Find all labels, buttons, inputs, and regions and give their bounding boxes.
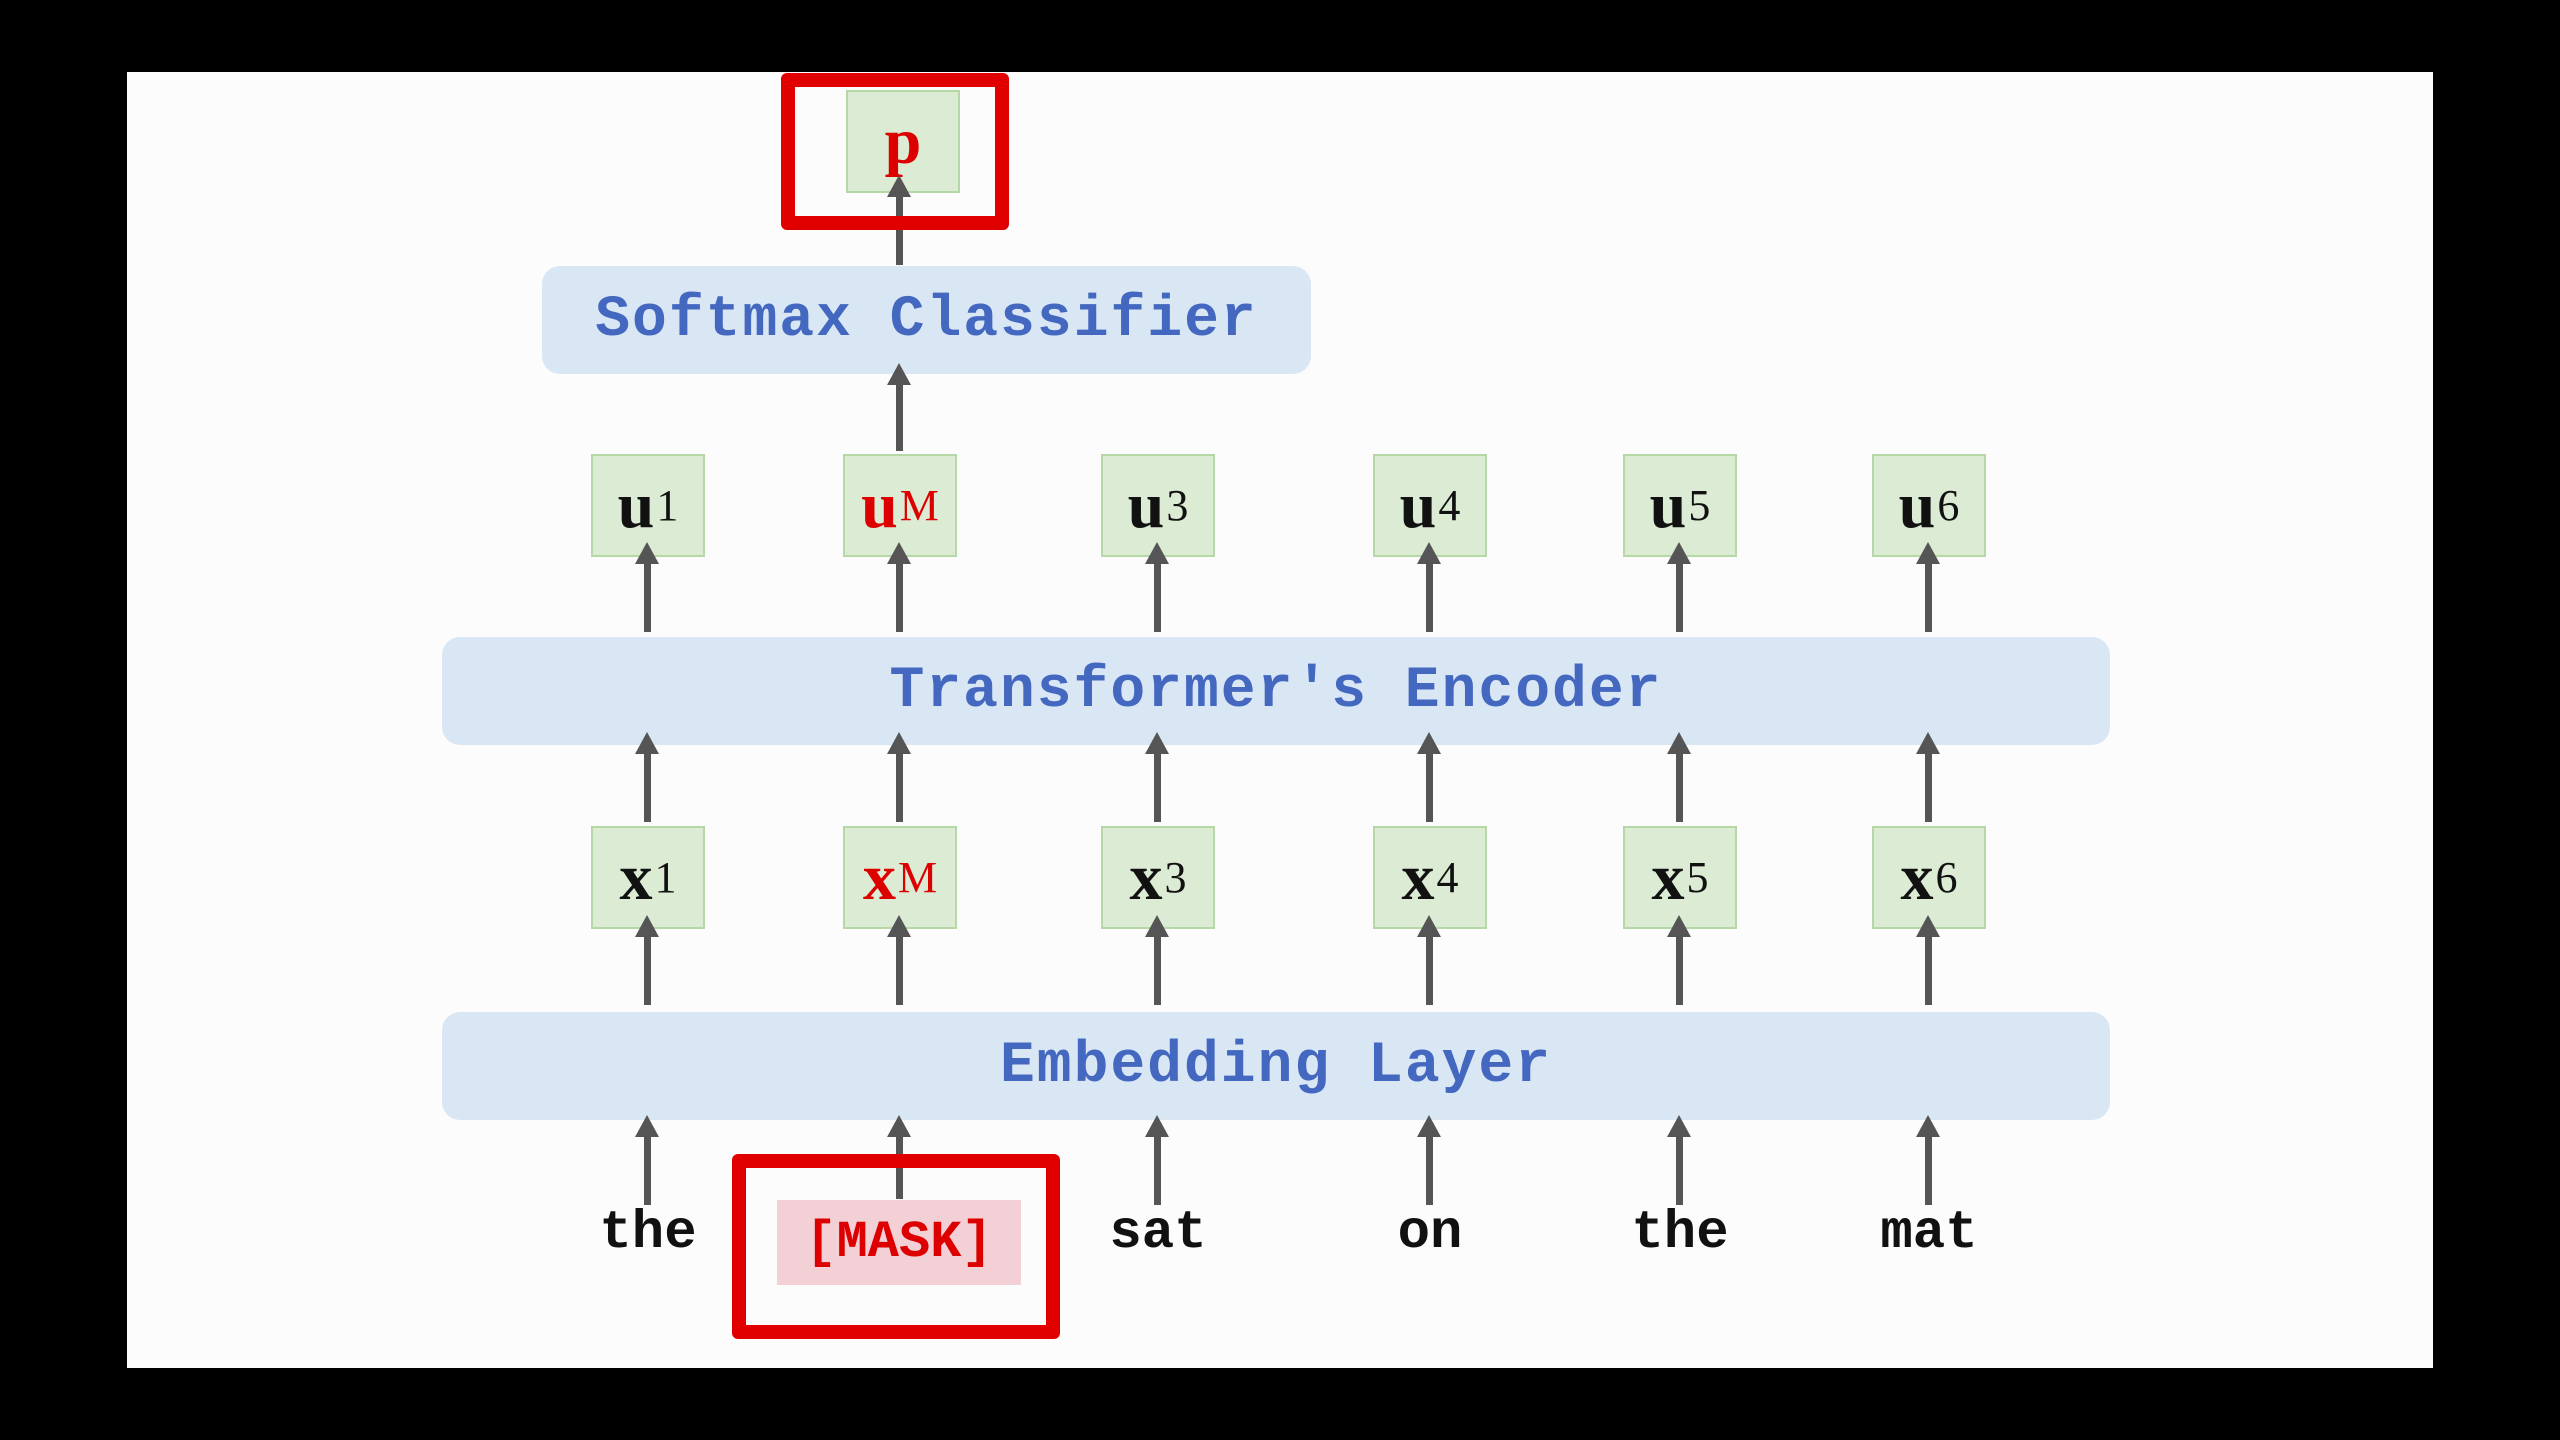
u-subscript: 3 [1166, 481, 1189, 530]
input-word: on [1397, 1203, 1463, 1264]
arrow-encoder-to-u [1667, 542, 1691, 632]
u-label: u [1649, 468, 1687, 542]
u-subscript: 4 [1438, 481, 1461, 530]
arrow-embedding-to-x [887, 915, 911, 1005]
x-subscript: 6 [1935, 853, 1958, 902]
arrow-embedding-to-x [1667, 915, 1691, 1005]
x-subscript: 5 [1686, 853, 1709, 902]
u-label: u [1127, 468, 1165, 542]
x-subscript: 3 [1164, 853, 1187, 902]
arrow-word-to-embedding [1667, 1115, 1691, 1205]
x-label: x [1651, 840, 1685, 914]
input-word: the [1631, 1203, 1729, 1264]
input-word: mat [1880, 1203, 1978, 1264]
arrow-x-to-encoder [887, 732, 911, 822]
arrow-embedding-to-x [635, 915, 659, 1005]
x-label: x [1129, 840, 1163, 914]
input-word: the [599, 1203, 697, 1264]
arrow-encoder-to-u [635, 542, 659, 632]
embedding-x-box: x4 [1373, 826, 1487, 929]
arrow-encoder-to-u [1145, 542, 1169, 632]
u-label: u [617, 468, 655, 542]
u-subscript: 5 [1688, 481, 1711, 530]
arrow-x-to-encoder [1667, 732, 1691, 822]
arrow-encoder-to-u [1417, 542, 1441, 632]
embedding-x-box: xM [843, 826, 957, 929]
arrow-word-to-embedding [1916, 1115, 1940, 1205]
x-label: x [1401, 840, 1435, 914]
arrow-x-to-encoder [1916, 732, 1940, 822]
u-subscript: 1 [656, 481, 679, 530]
video-frame: Softmax Classifier Transformer's Encoder… [0, 0, 2560, 1440]
arrow-embedding-to-x [1145, 915, 1169, 1005]
arrow-word-to-embedding [1417, 1115, 1441, 1205]
x-label: x [1900, 840, 1934, 914]
softmax-classifier-layer: Softmax Classifier [542, 266, 1311, 374]
arrow-embedding-to-x [1916, 915, 1940, 1005]
x-label: x [619, 840, 653, 914]
arrow-embedding-to-x [1417, 915, 1441, 1005]
x-subscript: 1 [654, 853, 677, 902]
u-subscript: 6 [1937, 481, 1960, 530]
u-label: u [1898, 468, 1936, 542]
output-highlight-frame [781, 73, 1009, 230]
embedding-layer: Embedding Layer [442, 1012, 2110, 1120]
x-subscript: M [897, 853, 938, 902]
mask-highlight-frame [732, 1154, 1060, 1339]
arrow-x-to-encoder [1145, 732, 1169, 822]
arrow-x-to-encoder [1417, 732, 1441, 822]
u-label: u [861, 468, 898, 542]
x-label: x [862, 840, 896, 914]
embedding-x-box: x1 [591, 826, 705, 929]
embedding-x-box: x3 [1101, 826, 1215, 929]
input-word: sat [1109, 1203, 1207, 1264]
arrow-word-to-embedding [635, 1115, 659, 1205]
arrow-encoder-to-u [1916, 542, 1940, 632]
u-subscript: M [899, 481, 939, 530]
u-label: u [1399, 468, 1437, 542]
arrow-word-to-embedding [1145, 1115, 1169, 1205]
transformer-encoder-layer: Transformer's Encoder [442, 637, 2110, 745]
embedding-x-box: x5 [1623, 826, 1737, 929]
embedding-x-box: x6 [1872, 826, 1986, 929]
arrow-um-to-softmax [887, 363, 911, 451]
x-subscript: 4 [1436, 853, 1459, 902]
arrow-x-to-encoder [635, 732, 659, 822]
arrow-encoder-to-u [887, 542, 911, 632]
